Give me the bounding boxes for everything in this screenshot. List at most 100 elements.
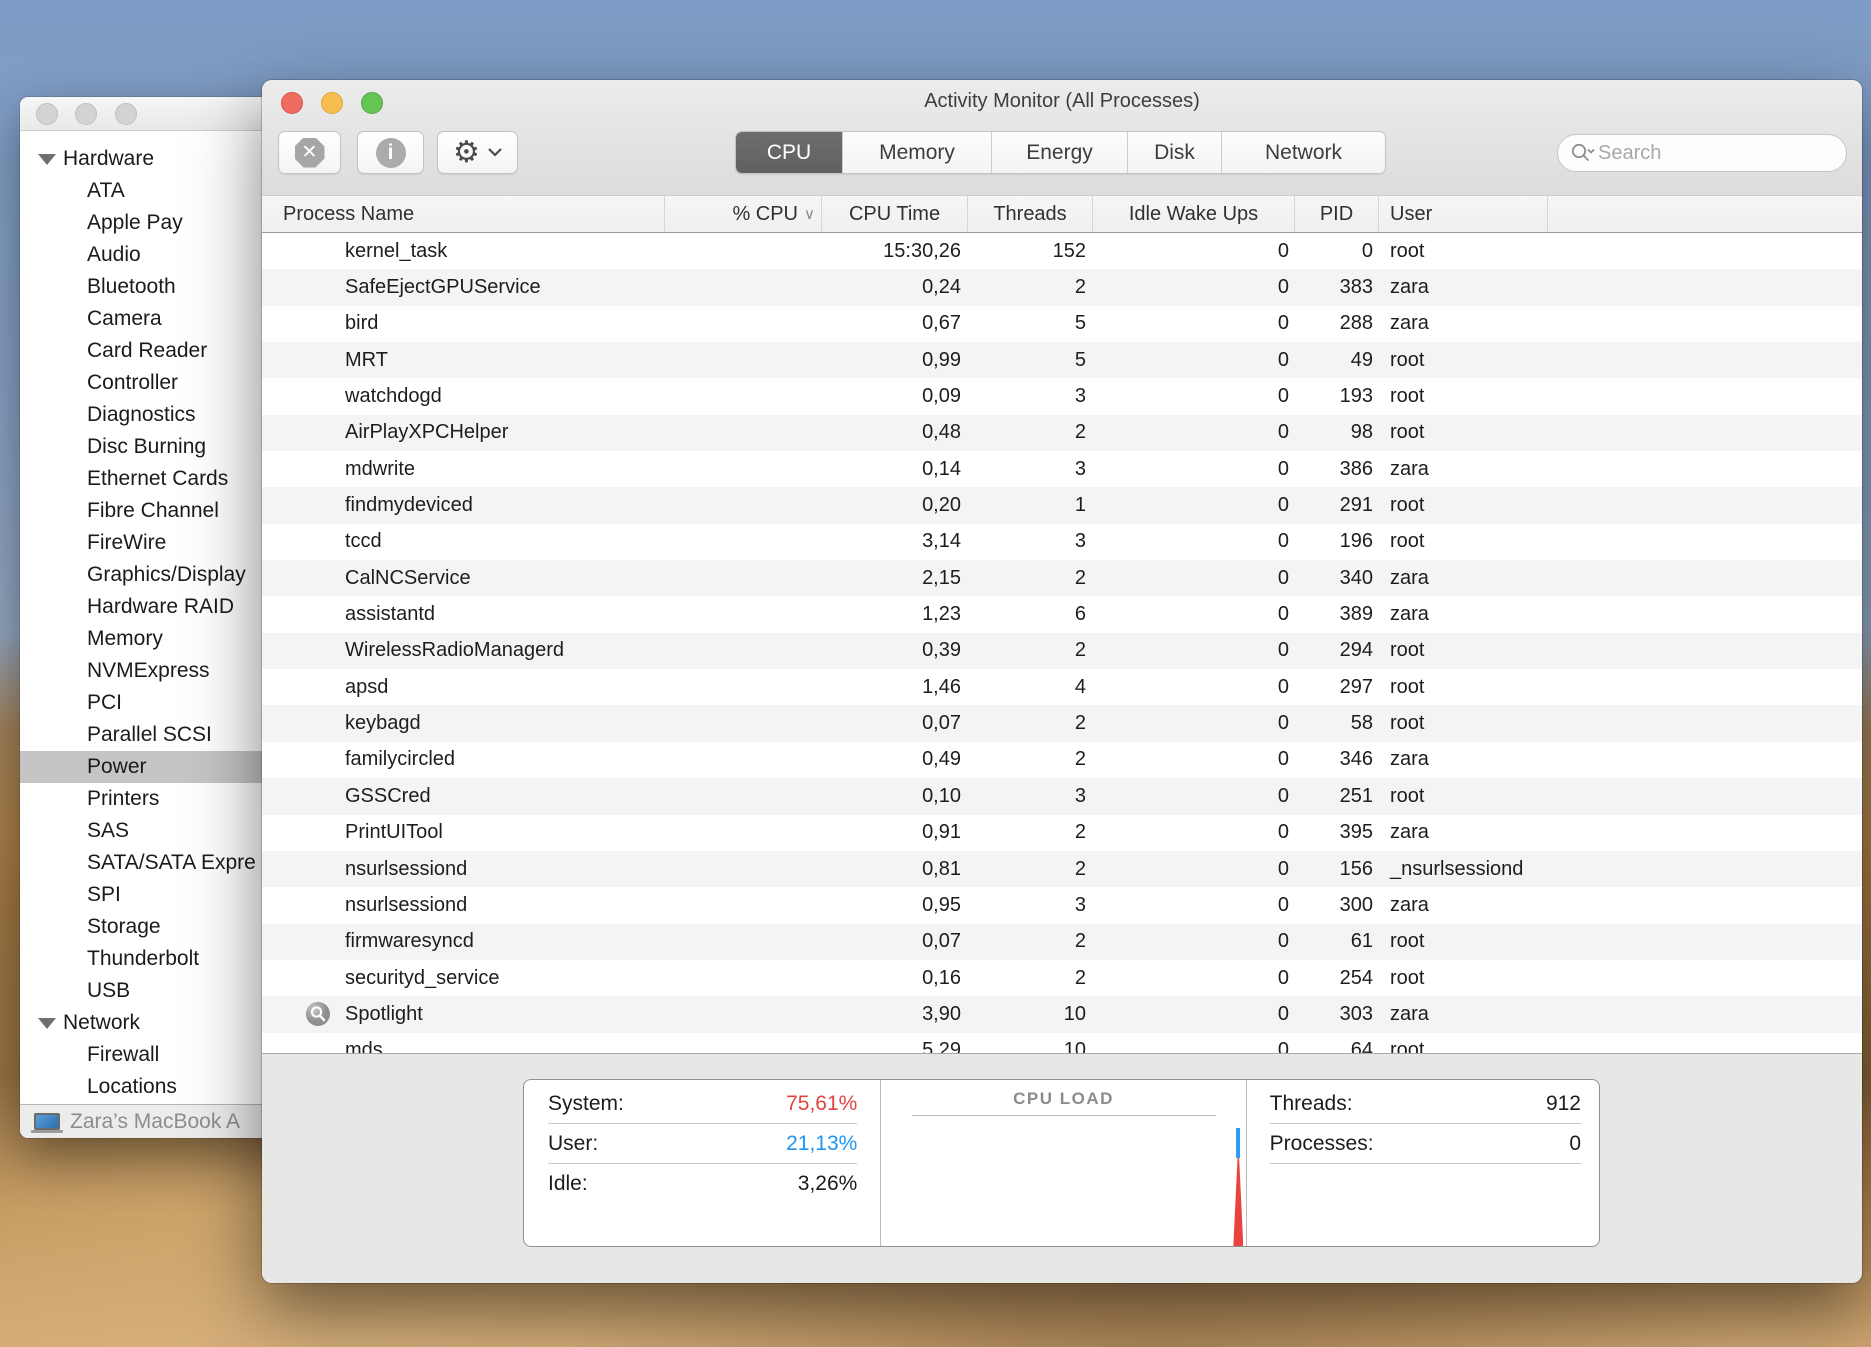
process-row[interactable]: familycircled 0,49 2 0 346 zara (262, 742, 1862, 778)
cell-pid: 254 (1339, 966, 1373, 989)
cell-cpu-time: 0,07 (922, 930, 961, 953)
process-row[interactable]: mds 5,29 10 0 64 root (262, 1033, 1862, 1053)
column-header-process-name[interactable]: Process Name (262, 196, 665, 232)
tab-memory[interactable]: Memory (843, 132, 992, 173)
tab-cpu[interactable]: CPU (736, 132, 843, 173)
process-icon-slot (305, 711, 331, 737)
column-header-threads[interactable]: Threads (968, 196, 1093, 232)
cell-pid: 98 (1350, 421, 1373, 444)
sidebar-item-memory[interactable]: Memory (20, 623, 300, 655)
process-row[interactable]: apsd 1,46 4 0 297 root (262, 669, 1862, 705)
process-row[interactable]: findmydeviced 0,20 1 0 291 root (262, 487, 1862, 524)
sidebar-item-hardware[interactable]: Hardware (20, 143, 300, 175)
cell-idle-wake-ups: 0 (1277, 348, 1289, 371)
cell-idle-wake-ups: 0 (1277, 966, 1289, 989)
cell-threads: 5 (1074, 348, 1086, 371)
sidebar-item-ethernet-cards[interactable]: Ethernet Cards (20, 463, 300, 495)
search-input[interactable]: Search (1557, 134, 1847, 172)
process-icon-slot (305, 856, 331, 882)
process-row[interactable]: SafeEjectGPUService 0,24 2 0 383 zara (262, 269, 1862, 306)
column-header-pid[interactable]: PID (1295, 196, 1379, 232)
sidebar-item-usb[interactable]: USB (20, 975, 300, 1007)
sidebar-item-controller[interactable]: Controller (20, 367, 300, 399)
process-name-label: tccd (345, 530, 382, 553)
process-icon-slot (305, 602, 331, 628)
sidebar-item-bluetooth[interactable]: Bluetooth (20, 271, 300, 303)
process-table: kernel_task 15:30,26 152 0 0 root SafeEjectGPU… (262, 233, 1862, 1053)
process-row[interactable]: keybagd 0,07 2 0 58 root (262, 705, 1862, 742)
cell-pid: 251 (1339, 784, 1373, 807)
process-name-label: WirelessRadioManagerd (345, 639, 564, 662)
sidebar-item-sata-sata-expre[interactable]: SATA/SATA Expre (20, 847, 300, 879)
process-row[interactable]: GSSCred 0,10 3 0 251 root (262, 778, 1862, 815)
sidebar-item-audio[interactable]: Audio (20, 239, 300, 271)
cell-pid: 58 (1350, 712, 1373, 735)
settings-button[interactable]: ⚙ (437, 131, 518, 174)
cell-cpu-time: 2,15 (922, 566, 961, 589)
column-header-cpu-time[interactable]: CPU Time (822, 196, 968, 232)
sidebar-item-label: Card Reader (87, 339, 208, 362)
column-header-user[interactable]: User (1379, 196, 1548, 232)
sidebar-item-sas[interactable]: SAS (20, 815, 300, 847)
process-row[interactable]: kernel_task 15:30,26 152 0 0 root (262, 233, 1862, 269)
sidebar-item-graphics-display[interactable]: Graphics/Display (20, 559, 300, 591)
sidebar-item-firewall[interactable]: Firewall (20, 1039, 300, 1071)
zoom-button[interactable] (115, 103, 137, 125)
sidebar-item-hardware-raid[interactable]: Hardware RAID (20, 591, 300, 623)
process-row[interactable]: CalNCService 2,15 2 0 340 zara (262, 560, 1862, 597)
sidebar-item-label: Printers (87, 787, 160, 810)
close-button[interactable] (36, 103, 58, 125)
process-row[interactable]: MRT 0,99 5 0 49 root (262, 342, 1862, 379)
column-header-idle-wake-ups[interactable]: Idle Wake Ups (1093, 196, 1295, 232)
process-row[interactable]: PrintUITool 0,91 2 0 395 zara (262, 815, 1862, 851)
sidebar-item-firewire[interactable]: FireWire (20, 527, 300, 559)
processes-value: 0 (1569, 1131, 1581, 1155)
cell-pid: 0 (1361, 239, 1373, 262)
process-row[interactable]: nsurlsessiond 0,95 3 0 300 zara (262, 887, 1862, 923)
cell-process-name: familycircled (262, 742, 665, 778)
inspect-button[interactable]: i (357, 131, 424, 174)
gear-icon: ⚙ (453, 135, 480, 169)
tab-network[interactable]: Network (1222, 132, 1385, 173)
process-row[interactable]: Spotlight 3,90 10 0 303 zara (262, 996, 1862, 1033)
sidebar-item-parallel-scsi[interactable]: Parallel SCSI (20, 719, 300, 751)
tab-energy[interactable]: Energy (992, 132, 1128, 173)
sidebar-item-pci[interactable]: PCI (20, 687, 300, 719)
sidebar-item-disc-burning[interactable]: Disc Burning (20, 431, 300, 463)
minimize-button[interactable] (75, 103, 97, 125)
process-row[interactable]: nsurlsessiond 0,81 2 0 156 _nsurlsessiond (262, 850, 1862, 888)
sidebar-item-ata[interactable]: ATA (20, 175, 300, 207)
process-row[interactable]: bird 0,67 5 0 288 zara (262, 306, 1862, 342)
disclosure-triangle-icon[interactable] (38, 153, 56, 165)
sidebar-item-network[interactable]: Network (20, 1007, 300, 1039)
disclosure-triangle-icon[interactable] (38, 1017, 56, 1029)
sidebar-item-printers[interactable]: Printers (20, 783, 300, 815)
tab-disk[interactable]: Disk (1128, 132, 1222, 173)
sidebar-item-spi[interactable]: SPI (20, 879, 300, 911)
process-row[interactable]: assistantd 1,23 6 0 389 zara (262, 596, 1862, 632)
cell-pid: 389 (1339, 603, 1373, 626)
cell-cpu-time: 15:30,26 (883, 239, 961, 262)
sidebar-item-storage[interactable]: Storage (20, 911, 300, 943)
process-row[interactable]: mdwrite 0,14 3 0 386 zara (262, 451, 1862, 487)
process-row[interactable]: WirelessRadioManagerd 0,39 2 0 294 root (262, 632, 1862, 670)
cell-process-name: AirPlayXPCHelper (262, 415, 665, 451)
process-row[interactable]: firmwaresyncd 0,07 2 0 61 root (262, 923, 1862, 960)
process-row[interactable]: watchdogd 0,09 3 0 193 root (262, 378, 1862, 414)
sidebar-item-apple-pay[interactable]: Apple Pay (20, 207, 300, 239)
cell-idle-wake-ups: 0 (1277, 276, 1289, 299)
sidebar-item-nvmexpress[interactable]: NVMExpress (20, 655, 300, 687)
sidebar-item-thunderbolt[interactable]: Thunderbolt (20, 943, 300, 975)
process-row[interactable]: securityd_service 0,16 2 0 254 root (262, 960, 1862, 996)
cell-cpu-percent (665, 742, 822, 778)
sidebar-item-camera[interactable]: Camera (20, 303, 300, 335)
process-row[interactable]: AirPlayXPCHelper 0,48 2 0 98 root (262, 414, 1862, 452)
process-row[interactable]: tccd 3,14 3 0 196 root (262, 524, 1862, 560)
sidebar-item-diagnostics[interactable]: Diagnostics (20, 399, 300, 431)
sidebar-item-card-reader[interactable]: Card Reader (20, 335, 300, 367)
column-header-cpu[interactable]: % CPU ∨ (665, 196, 822, 232)
sidebar-item-locations[interactable]: Locations (20, 1071, 300, 1103)
sidebar-item-power[interactable]: Power (20, 751, 300, 783)
force-quit-button[interactable]: ✕ (278, 131, 341, 174)
sidebar-item-fibre-channel[interactable]: Fibre Channel (20, 495, 300, 527)
